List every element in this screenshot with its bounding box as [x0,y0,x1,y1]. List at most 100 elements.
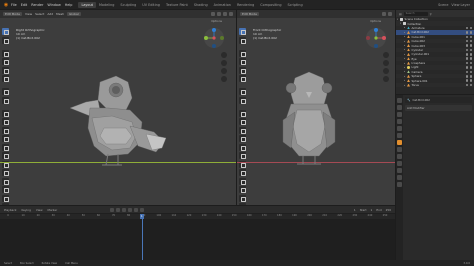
xray-icon[interactable] [217,12,221,16]
inset-tool-icon-2[interactable] [239,118,246,125]
transform-tool-icon-2[interactable] [239,75,246,82]
expand-toggle-icon[interactable]: ▸ [404,70,407,73]
zoom-icon-2[interactable] [383,52,389,58]
ortho-toggle-icon[interactable] [221,76,227,82]
eye-icon[interactable] [465,26,468,30]
tab-scripting[interactable]: Scripting [285,2,306,8]
eye-icon[interactable] [465,31,468,34]
frame-ruler[interactable]: 0 10 20 30 40 50 60 70 80 90 100 110 120 130 140 150 160… [0,214,395,219]
move-tool-icon-2[interactable] [239,49,246,57]
menu-keying[interactable]: Keying [21,208,30,212]
shading-material-icon[interactable] [229,12,233,16]
end-frame-field[interactable]: 250 [386,208,391,212]
camera-render-icon[interactable] [469,83,472,87]
select-box-tool-icon[interactable] [2,28,9,35]
overlay-icon-2[interactable] [382,12,386,16]
object-name-field[interactable]: 🔧 Cat.Bird.002 [405,97,472,103]
options-button-2[interactable]: Options [370,19,395,23]
camera-render-icon[interactable] [469,44,472,47]
bird-model-side[interactable] [60,70,170,170]
transform-tool-icon[interactable] [2,75,9,82]
scale-tool-icon-2[interactable] [239,66,246,74]
mode-selector-2[interactable]: Edit Mode [240,12,259,16]
display-mode-icon[interactable]: ▤ [399,12,402,16]
cursor-tool-icon-2[interactable] [239,36,246,44]
expand-toggle-icon[interactable]: ▸ [404,66,407,69]
shrink-tool-icon[interactable] [2,186,9,193]
navigation-gizmo-icon-2[interactable] [365,27,387,49]
eye-icon[interactable] [465,61,468,65]
ortho-toggle-icon-2[interactable] [383,76,389,82]
tab-shading[interactable]: Shading [191,2,211,8]
mode-selector[interactable]: Edit Mode [3,12,22,16]
scene-selector[interactable]: Scene [438,3,448,7]
rotate-tool-icon-2[interactable] [239,58,246,65]
output-tab-icon[interactable] [397,112,402,117]
data-tab-icon[interactable] [397,168,402,173]
expand-toggle-icon[interactable]: ▸ [404,31,407,34]
knife-tool-icon-2[interactable] [239,143,246,151]
object-tab-icon[interactable] [397,133,402,138]
camera-render-icon[interactable] [469,35,472,38]
expand-toggle-icon[interactable]: ▸ [404,35,407,38]
expand-toggle-icon[interactable]: ▸ [404,48,407,51]
current-frame-field[interactable]: 1 [354,208,356,212]
loop-cut-tool-icon-2[interactable] [239,135,246,142]
start-frame-field[interactable]: 1 [371,208,373,212]
knife-tool-icon[interactable] [2,143,9,151]
modifier-tab-icon[interactable] [397,140,402,145]
eye-icon[interactable] [465,75,468,78]
filter-icon[interactable]: ⚲ [430,12,432,16]
world-tab-icon[interactable] [397,126,402,131]
bevel-tool-icon-2[interactable] [239,126,246,134]
expand-toggle-icon[interactable]: ▸ [404,26,407,29]
camera-render-icon[interactable] [469,75,472,78]
shading-solid-icon[interactable] [223,12,227,16]
menu-edit[interactable]: Edit [21,3,28,7]
add-modifier-button[interactable]: Add Modifier [405,105,472,111]
play-reverse-icon[interactable] [122,207,127,212]
shading-solid-icon-2[interactable] [388,12,392,16]
camera-render-icon[interactable] [469,66,472,69]
menu-render[interactable]: Render [31,3,43,7]
tab-compositing[interactable]: Compositing [257,2,284,8]
eye-icon[interactable] [465,35,468,38]
camera-render-icon[interactable] [469,31,472,34]
material-tab-icon[interactable] [397,175,402,180]
tab-rendering[interactable]: Rendering [234,2,257,8]
rip-tool-icon[interactable] [2,203,9,205]
orientation-selector[interactable]: Global [67,12,81,16]
menu-mesh[interactable]: Mesh [56,12,64,16]
blender-logo-icon[interactable]: ◉ [3,2,9,8]
expand-toggle-icon[interactable]: ▸ [404,40,407,43]
navigation-gizmo-icon[interactable] [203,27,225,49]
pan-icon-2[interactable] [383,60,389,66]
play-icon[interactable] [128,207,133,212]
menu-playback[interactable]: Playback [4,208,16,212]
measure-tool-icon[interactable] [2,96,9,104]
tab-sculpting[interactable]: Sculpting [117,2,139,8]
prev-key-icon[interactable] [116,207,121,212]
menu-select[interactable]: Select [35,12,44,16]
menu-add[interactable]: Add [47,12,53,16]
particles-tab-icon[interactable] [397,147,402,152]
viewport-front-ortho[interactable]: Edit Mode Options Front Orthographic 10 … [237,10,395,205]
poly-build-tool-icon-2[interactable] [239,152,246,159]
overlay-icon[interactable] [211,12,215,16]
eye-icon[interactable] [465,79,468,82]
camera-render-icon[interactable] [469,61,472,65]
camera-render-icon[interactable] [469,53,472,56]
eye-icon[interactable] [465,57,468,60]
camera-render-icon[interactable] [469,57,472,60]
tab-layout[interactable]: Layout [78,1,96,8]
physics-tab-icon[interactable] [397,154,402,159]
camera-render-icon[interactable] [469,48,472,52]
menu-window[interactable]: Window [47,3,60,7]
tab-animation[interactable]: Animation [211,2,234,8]
texture-tab-icon[interactable] [397,182,402,187]
annotate-tool-icon[interactable] [2,88,9,95]
scale-tool-icon[interactable] [2,66,9,74]
shear-tool-icon[interactable] [2,194,9,202]
camera-view-icon-2[interactable] [383,68,389,74]
camera-render-icon[interactable] [469,39,472,43]
